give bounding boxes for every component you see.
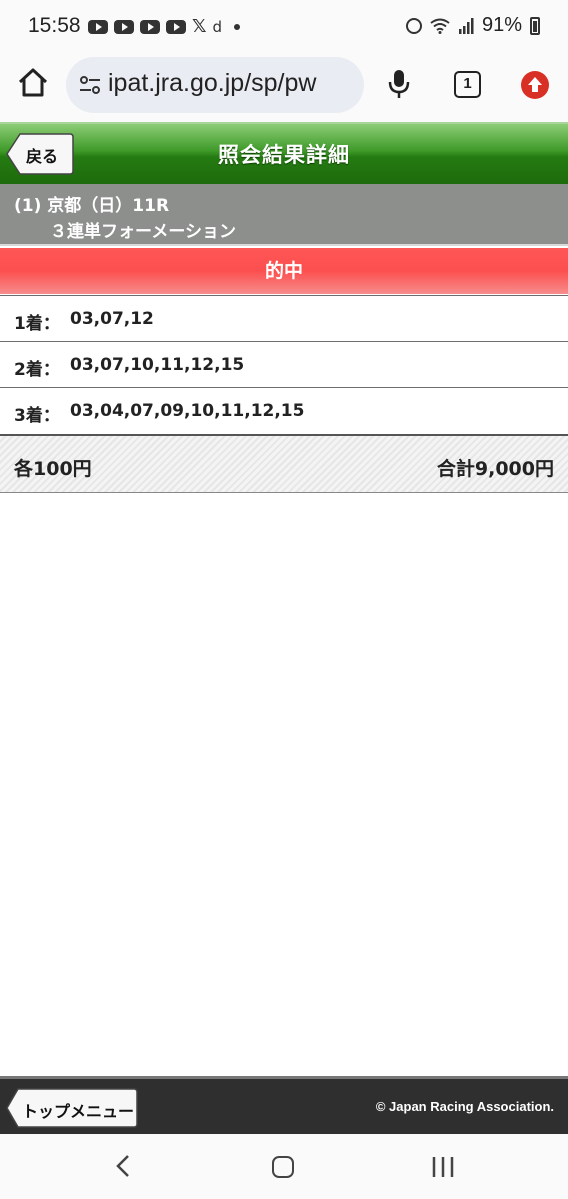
result-label: 的中 bbox=[264, 260, 303, 282]
status-bar: 15:58 𝕏 d 91% bbox=[0, 0, 568, 52]
page-header: 戻る 照会結果詳細 bbox=[0, 122, 568, 184]
result-banner: 的中 bbox=[0, 248, 568, 294]
top-menu-label: トップメニュー bbox=[22, 1102, 135, 1121]
youtube-icon bbox=[166, 20, 186, 34]
place-label: 3着： bbox=[14, 406, 60, 426]
notification-icons: 𝕏 d bbox=[88, 16, 241, 37]
arrow-up-icon bbox=[528, 77, 542, 92]
race-info: (1) 京都（日）11R ３連単フォーメーション bbox=[0, 184, 568, 246]
status-time: 15:58 bbox=[28, 14, 81, 37]
horse-numbers: 03,04,07,09,10,11,12,15 bbox=[70, 401, 305, 421]
battery-icon bbox=[530, 16, 540, 35]
youtube-icon bbox=[88, 20, 108, 34]
race-venue: (1) 京都（日）11R bbox=[14, 196, 170, 216]
home-icon[interactable] bbox=[16, 66, 50, 100]
place-label: 2着： bbox=[14, 360, 60, 380]
x-icon: 𝕏 bbox=[192, 16, 207, 37]
horse-numbers: 03,07,10,11,12,15 bbox=[70, 355, 245, 375]
place-label: 1着： bbox=[14, 314, 60, 334]
address-bar[interactable]: ipat.jra.go.jp/sp/pw bbox=[66, 57, 364, 113]
update-button[interactable] bbox=[521, 71, 549, 99]
battery-percent: 91% bbox=[481, 14, 522, 36]
list-item: 1着： 03,07,12 bbox=[0, 295, 568, 341]
back-icon[interactable] bbox=[114, 1154, 134, 1178]
status-right: 91% bbox=[405, 14, 540, 37]
bet-summary: 各100円 合計9,000円 bbox=[0, 434, 568, 493]
bet-type: ３連単フォーメーション bbox=[50, 222, 236, 242]
browser-toolbar: ipat.jra.go.jp/sp/pw 1 bbox=[0, 52, 568, 122]
home-nav-icon[interactable] bbox=[272, 1156, 294, 1178]
top-menu-button[interactable]: トップメニュー bbox=[6, 1088, 138, 1128]
total-amount: 合計9,000円 bbox=[436, 458, 554, 480]
youtube-icon bbox=[114, 20, 134, 34]
page-title: 照会結果詳細 bbox=[218, 143, 350, 167]
horse-numbers: 03,07,12 bbox=[70, 309, 154, 329]
youtube-icon bbox=[140, 20, 160, 34]
list-item: 2着： 03,07,10,11,12,15 bbox=[0, 341, 568, 387]
recent-apps-icon[interactable] bbox=[431, 1156, 455, 1178]
wifi-icon bbox=[430, 18, 450, 34]
microphone-icon[interactable] bbox=[386, 68, 412, 100]
more-notifications-icon bbox=[234, 24, 241, 30]
tab-switcher-button[interactable]: 1 bbox=[454, 71, 481, 98]
page-footer: トップメニュー © Japan Racing Association. bbox=[0, 1076, 568, 1134]
copyright: © Japan Racing Association. bbox=[375, 1099, 554, 1114]
docomo-icon: d bbox=[212, 18, 223, 36]
list-item: 3着： 03,04,07,09,10,11,12,15 bbox=[0, 387, 568, 433]
alarm-icon bbox=[405, 17, 422, 34]
url-text[interactable]: ipat.jra.go.jp/sp/pw bbox=[108, 69, 316, 98]
signal-icon bbox=[458, 17, 474, 34]
unit-price: 各100円 bbox=[14, 458, 92, 480]
system-nav-bar bbox=[0, 1134, 568, 1199]
site-settings-icon[interactable] bbox=[78, 73, 102, 97]
